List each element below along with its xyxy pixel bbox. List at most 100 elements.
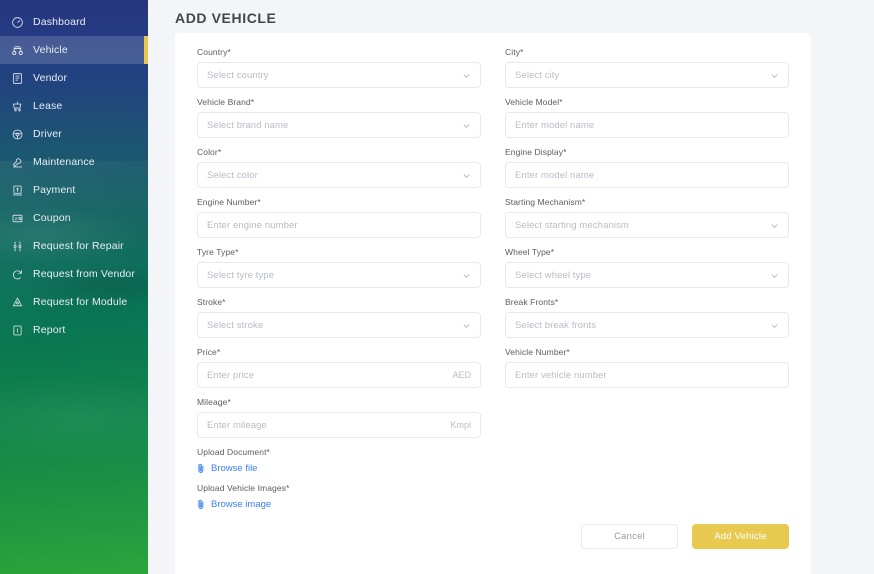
gauge-icon: [11, 16, 24, 29]
required-marker: *: [235, 247, 239, 257]
required-marker: *: [216, 347, 221, 357]
form-row: Tyre Type* Select tyre type Wheel Type* …: [197, 247, 789, 297]
sidebar-item-label: Request for Module: [33, 296, 128, 308]
sidebar-item-vehicle[interactable]: Vehicle: [0, 36, 148, 64]
engine-display-input[interactable]: Enter model name: [505, 162, 789, 188]
field-label: Engine Display*: [505, 147, 567, 157]
cancel-button[interactable]: Cancel: [581, 524, 678, 549]
sidebar-item-vendor[interactable]: Vendor: [0, 64, 148, 92]
sidebar-item-request-for-module[interactable]: Request for Module: [0, 288, 148, 316]
tyre-type-select[interactable]: Select tyre type: [197, 262, 481, 288]
chevron-down-icon: [770, 71, 779, 80]
sidebar-item-maintenance[interactable]: Maintenance: [0, 148, 148, 176]
browse-image-link[interactable]: Browse image: [197, 498, 789, 510]
field-city: City* Select city: [505, 47, 789, 88]
chevron-down-icon: [462, 271, 471, 280]
field-label: Country*: [197, 47, 231, 57]
stroke-select[interactable]: Select stroke: [197, 312, 481, 338]
starting-mechanism-select[interactable]: Select starting mechanism: [505, 212, 789, 238]
city-select[interactable]: Select city: [505, 62, 789, 88]
price-placeholder: Enter price: [207, 369, 255, 381]
form-row: Mileage* Enter mileage Kmpl: [197, 397, 789, 447]
field-vehicle-brand: Vehicle Brand* Select brand name: [197, 97, 481, 138]
field-label: Vehicle Model*: [505, 97, 563, 107]
chevron-down-icon: [462, 121, 471, 130]
sidebar-item-request-for-repair[interactable]: Request for Repair: [0, 232, 148, 260]
browse-file-link[interactable]: Browse file: [197, 462, 789, 474]
wheel-type-select[interactable]: Select wheel type: [505, 262, 789, 288]
wheel-type-placeholder: Select wheel type: [515, 269, 592, 281]
refresh-icon: [11, 268, 24, 281]
vehicle-model-placeholder: Enter model name: [515, 119, 595, 131]
chevron-down-icon: [770, 271, 779, 280]
sidebar-item-dashboard[interactable]: Dashboard: [0, 8, 148, 36]
field-wheel-type: Wheel Type* Select wheel type: [505, 247, 789, 288]
required-marker: *: [581, 197, 586, 207]
form-row: Country* Select country City* Select cit…: [197, 47, 789, 97]
attachment-icon: [197, 499, 206, 510]
vehicle-brand-select[interactable]: Select brand name: [197, 112, 481, 138]
country-placeholder: Select country: [207, 69, 269, 81]
sidebar-nav: Dashboard Vehicle Vendor Lease Driver Ma…: [0, 0, 148, 344]
required-marker: *: [250, 97, 255, 107]
price-input[interactable]: Enter price AED: [197, 362, 481, 388]
chevron-down-icon: [770, 221, 779, 230]
sidebar-item-coupon[interactable]: Coupon: [0, 204, 148, 232]
required-marker: *: [550, 247, 555, 257]
sidebar-item-payment[interactable]: Payment: [0, 176, 148, 204]
add-vehicle-form-card: Country* Select country City* Select cit…: [175, 33, 811, 574]
add-vehicle-button[interactable]: Add Vehicle: [692, 524, 789, 549]
required-marker: *: [257, 197, 261, 207]
required-marker: *: [520, 47, 524, 57]
sidebar-item-report[interactable]: Report: [0, 316, 148, 344]
required-marker: *: [227, 47, 231, 57]
color-select[interactable]: Select color: [197, 162, 481, 188]
payment-icon: [11, 184, 24, 197]
break-fronts-placeholder: Select break fronts: [515, 319, 597, 331]
sidebar-item-label: Request from Vendor: [33, 268, 136, 280]
main-content: ADD VEHICLE Country* Select country City…: [148, 0, 874, 574]
required-marker: *: [286, 483, 290, 493]
sidebar-item-label: Vendor: [33, 72, 68, 84]
vehicle-number-placeholder: Enter vehicle number: [515, 369, 607, 381]
field-label: Wheel Type*: [505, 247, 555, 257]
required-marker: *: [563, 147, 567, 157]
field-vehicle-number: Vehicle Number* Enter vehicle number: [505, 347, 789, 388]
required-marker: *: [566, 347, 570, 357]
required-marker: *: [559, 97, 563, 107]
sidebar-item-lease[interactable]: Lease: [0, 92, 148, 120]
engine-number-input[interactable]: Enter engine number: [197, 212, 481, 238]
mileage-unit-suffix: Kmpl: [450, 420, 471, 430]
form-row: Vehicle Brand* Select brand name Vehicle…: [197, 97, 789, 147]
country-select[interactable]: Select country: [197, 62, 481, 88]
field-label: Starting Mechanism*: [505, 197, 586, 207]
field-tyre-type: Tyre Type* Select tyre type: [197, 247, 481, 288]
sidebar-item-label: Lease: [33, 100, 63, 112]
form-row: Engine Number* Enter engine number Start…: [197, 197, 789, 247]
lease-icon: [11, 100, 24, 113]
field-label: Upload Vehicle Images*: [197, 483, 290, 493]
mileage-input[interactable]: Enter mileage Kmpl: [197, 412, 481, 438]
sidebar-item-driver[interactable]: Driver: [0, 120, 148, 148]
vehicle-brand-placeholder: Select brand name: [207, 119, 289, 131]
required-marker: *: [227, 397, 231, 407]
city-placeholder: Select city: [515, 69, 560, 81]
break-fronts-select[interactable]: Select break fronts: [505, 312, 789, 338]
sidebar-item-request-from-vendor[interactable]: Request from Vendor: [0, 260, 148, 288]
vehicle-model-input[interactable]: Enter model name: [505, 112, 789, 138]
field-starting-mechanism: Starting Mechanism* Select starting mech…: [505, 197, 789, 238]
field-spacer: [505, 397, 789, 438]
field-label: Upload Document*: [197, 447, 270, 457]
vehicle-icon: [11, 44, 24, 57]
sidebar-item-label: Request for Repair: [33, 240, 124, 252]
field-label: Tyre Type*: [197, 247, 239, 257]
price-currency-suffix: AED: [452, 370, 471, 380]
field-mileage: Mileage* Enter mileage Kmpl: [197, 397, 481, 438]
sidebar-item-label: Dashboard: [33, 16, 86, 28]
vehicle-number-input[interactable]: Enter vehicle number: [505, 362, 789, 388]
field-label: Engine Number*: [197, 197, 261, 207]
field-label: Price*: [197, 347, 221, 357]
engine-display-placeholder: Enter model name: [515, 169, 595, 181]
form-row: Stroke* Select stroke Break Fronts* Sele…: [197, 297, 789, 347]
required-marker: *: [266, 447, 270, 457]
